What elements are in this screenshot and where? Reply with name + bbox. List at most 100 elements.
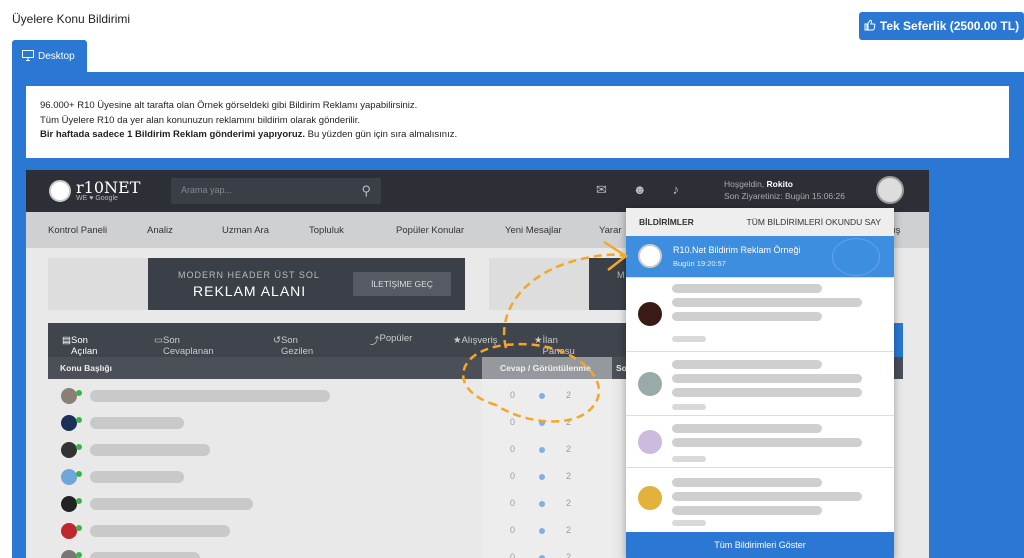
- notification-avatar: [638, 302, 662, 326]
- preview-nav-item: Uzman Ara: [222, 224, 269, 236]
- info-line-3-bold: Bir haftada sadece 1 Bildirim Reklam gön…: [40, 129, 306, 140]
- preview-tab-label: Popüler: [379, 333, 413, 344]
- search-icon: ⚲: [361, 183, 371, 198]
- notification-item: [626, 352, 894, 416]
- preview-tab: ⤴ Popüler: [370, 333, 413, 347]
- avatar: [61, 523, 77, 539]
- topic-placeholder: [90, 471, 184, 483]
- preview-tab-label: Son Gezilen: [280, 334, 314, 357]
- banner-mascot-image: [48, 258, 148, 310]
- tab-desktop-label: Desktop: [38, 51, 75, 62]
- info-box: 96.000+ R10 Üyesine alt tarafta olan Örn…: [26, 86, 1009, 158]
- users-icon: ☻: [632, 182, 647, 197]
- one-time-purchase-button[interactable]: Tek Seferlik (2500.00 TL): [859, 12, 1024, 40]
- preview-logo: r10NET WE ♥ Google: [49, 177, 141, 202]
- notifications-dropdown: BİLDİRİMLER TÜM BİLDİRİMLERİ OKUNDU SAY …: [626, 208, 894, 558]
- notification-placeholder-line: [672, 424, 822, 433]
- last-visit: Son Ziyaretiniz: Bugün 15:06:26: [724, 191, 845, 201]
- info-line-3-rest: Bu yüzden gün için sıra almalısınız.: [305, 129, 458, 140]
- notifications-title: BİLDİRİMLER: [639, 217, 694, 227]
- preview-nav-item: Yarar: [599, 224, 622, 236]
- topic-placeholder: [90, 417, 184, 429]
- preview-nav-item: Analiz: [147, 224, 173, 236]
- notification-item: [626, 280, 894, 352]
- preview-welcome: Hoşgeldin, Rokito Son Ziyaretiniz: Bugün…: [724, 178, 845, 202]
- col-topic: Konu Başlığı: [60, 363, 112, 373]
- preview-user-avatar: [876, 176, 904, 204]
- notification-item: [626, 468, 894, 532]
- banner-right-text: M: [617, 270, 626, 280]
- preview-tab: ▤ Son Açılan: [62, 334, 98, 357]
- banner-mascot-image: [489, 258, 589, 310]
- notification-avatar: [638, 372, 662, 396]
- bell-icon: ♪: [672, 182, 680, 197]
- online-dot: [76, 498, 82, 504]
- envelope-icon: ✉: [596, 182, 607, 197]
- mark-all-read: TÜM BİLDİRİMLERİ OKUNDU SAY: [746, 217, 881, 227]
- notification-placeholder-line: [672, 520, 706, 526]
- notification-placeholder-line: [672, 456, 706, 462]
- topic-placeholder: [90, 552, 200, 558]
- notification-avatar: [638, 430, 662, 454]
- notification-placeholder-line: [672, 374, 862, 383]
- notification-placeholder-line: [672, 336, 706, 342]
- preview-tab-label: Alışveriş: [461, 334, 498, 346]
- preview-banner-left: MODERN HEADER ÜST SOL REKLAM ALANI İLETİ…: [48, 258, 465, 310]
- notification-placeholder-line: [672, 284, 822, 293]
- info-line-3: Bir haftada sadece 1 Bildirim Reklam gön…: [40, 128, 995, 143]
- online-dot: [76, 444, 82, 450]
- notification-avatar: [638, 244, 662, 268]
- logo-text: r10NET: [76, 177, 141, 197]
- preview-nav-item: Popüler Konular: [396, 224, 465, 236]
- topic-placeholder: [90, 525, 230, 537]
- notification-placeholder-line: [672, 360, 822, 369]
- notification-placeholder-line: [672, 388, 862, 397]
- notification-placeholder-line: [672, 506, 822, 515]
- notification-placeholder-line: [672, 312, 822, 321]
- page-title: Üyelere Konu Bildirimi: [12, 12, 131, 26]
- mascot-watermark: [832, 238, 880, 276]
- notifications-header: BİLDİRİMLER TÜM BİLDİRİMLERİ OKUNDU SAY: [626, 208, 894, 236]
- online-dot: [76, 525, 82, 531]
- info-line-1: 96.000+ R10 Üyesine alt tarafta olan Örn…: [40, 100, 418, 111]
- online-dot: [76, 390, 82, 396]
- preview-tab: ★ İlan Panosu: [534, 334, 575, 357]
- one-time-purchase-label: Tek Seferlik (2500.00 TL): [879, 19, 1020, 33]
- online-dot: [76, 552, 82, 558]
- avatar: [61, 442, 77, 458]
- preview-tab: ★ Alışveriş: [453, 334, 498, 346]
- notification-placeholder-line: [672, 298, 862, 307]
- welcome-user: Rokito: [766, 179, 793, 189]
- preview-banner-right: M: [489, 258, 629, 310]
- notification-item: [626, 416, 894, 468]
- preview-tab-label: Son Cevaplanan: [162, 334, 214, 357]
- preview-tab: ↺ Son Gezilen: [273, 334, 314, 357]
- notification-placeholder-line: [672, 478, 822, 487]
- stats-column-shade: [482, 357, 612, 558]
- banner-line-2: REKLAM ALANI: [193, 283, 307, 299]
- welcome-prefix: Hoşgeldin,: [724, 179, 767, 189]
- show-all-notifications: Tüm Bildirimleri Göster: [626, 532, 894, 558]
- avatar: [61, 469, 77, 485]
- avatar: [61, 388, 77, 404]
- desktop-icon: [22, 49, 34, 64]
- example-preview-image: r10NET WE ♥ Google Arama yap... ⚲ ✉ ☻ ♪ …: [26, 170, 929, 558]
- logo-ball-icon: [49, 180, 71, 202]
- preview-search-placeholder: Arama yap...: [181, 185, 233, 195]
- preview-header-icons: ✉ ☻ ♪: [596, 182, 679, 198]
- avatar: [61, 415, 77, 431]
- online-dot: [76, 471, 82, 477]
- topic-placeholder: [90, 498, 253, 510]
- notification-title: R10.Net Bildirim Reklam Örneği: [673, 245, 801, 255]
- notification-avatar: [638, 486, 662, 510]
- topic-placeholder: [90, 390, 330, 402]
- preview-tab-label: Son Açılan: [70, 334, 98, 357]
- tab-desktop[interactable]: Desktop: [12, 40, 87, 73]
- thumbs-up-icon: [864, 19, 876, 34]
- preview-nav-item: ış: [893, 224, 901, 236]
- notification-placeholder-line: [672, 438, 862, 447]
- info-line-2: Tüm Üyelere R10 da yer alan konunuzun re…: [40, 114, 360, 126]
- notification-placeholder-line: [672, 404, 706, 410]
- preview-nav-item: Kontrol Paneli: [48, 224, 108, 236]
- preview-tab-label: İlan Panosu: [542, 334, 575, 357]
